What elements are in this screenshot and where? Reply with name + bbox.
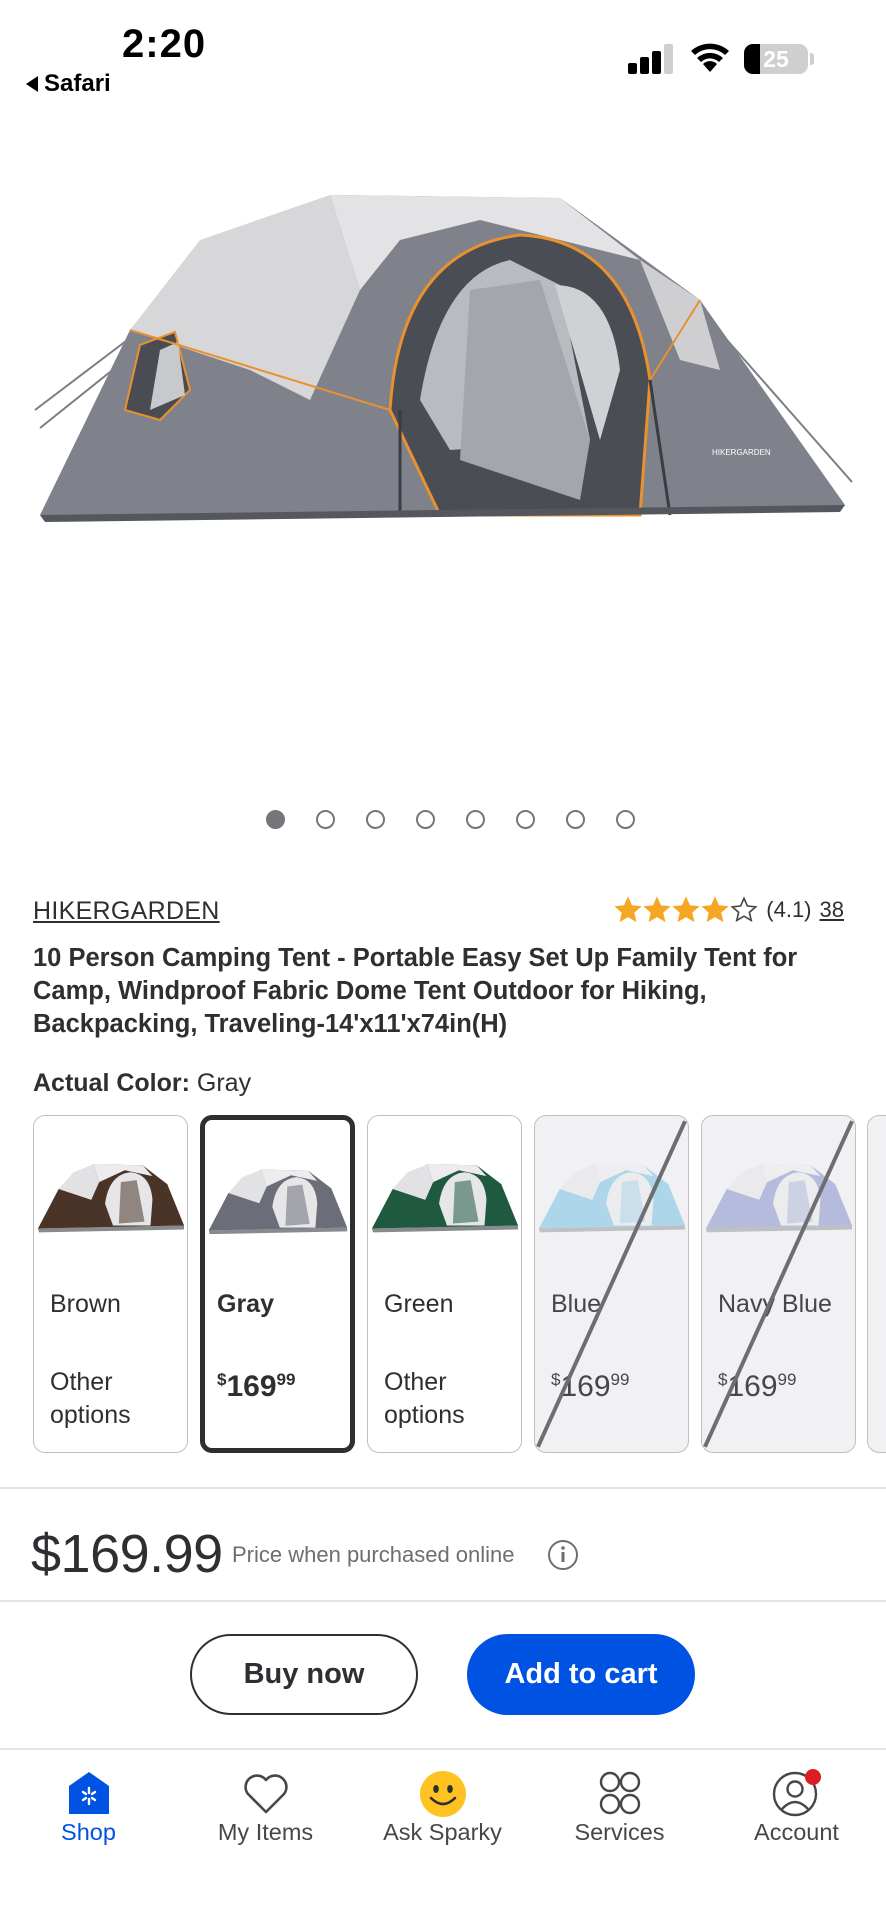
- buy-now-button[interactable]: Buy now: [190, 1634, 418, 1715]
- product-image[interactable]: HIKERGARDEN: [0, 110, 886, 790]
- swatch-thumbnail: [371, 1164, 519, 1233]
- star-rating: [614, 896, 758, 924]
- nav-services[interactable]: Services: [531, 1750, 708, 1900]
- color-swatch-brown[interactable]: Brown Other options: [33, 1115, 188, 1453]
- bottom-navigation: Shop My Items Ask Sparky Services Accoun…: [0, 1750, 886, 1920]
- color-swatch-list: Brown Other options Gray $16999 Green Other opt…: [33, 1115, 886, 1453]
- nav-ask-sparky[interactable]: Ask Sparky: [354, 1750, 531, 1900]
- swatch-detail: Other options: [50, 1368, 131, 1429]
- battery-cap: [810, 53, 814, 65]
- image-carousel-dots[interactable]: [0, 810, 886, 829]
- product-price: $169.99: [31, 1524, 223, 1584]
- color-label: Actual Color: Gray: [33, 1069, 251, 1098]
- rating-value: (4.1): [766, 897, 812, 922]
- star-filled-icon: [643, 896, 671, 923]
- color-swatch-blue[interactable]: Blue $16999: [534, 1115, 689, 1453]
- brand-link[interactable]: HIKERGARDEN: [33, 897, 220, 926]
- color-swatch-gray[interactable]: Gray $16999: [200, 1115, 355, 1453]
- carousel-dot[interactable]: [366, 810, 385, 829]
- info-icon[interactable]: [547, 1539, 579, 1571]
- status-bar: 2:20 Safari 25: [0, 0, 886, 110]
- back-arrow-icon: [26, 76, 38, 92]
- color-label-key: Actual Color:: [33, 1069, 190, 1097]
- nav-label: My Items: [217, 1819, 314, 1845]
- swatch-detail: Other options: [384, 1368, 465, 1429]
- carousel-dot[interactable]: [466, 810, 485, 829]
- review-count-link[interactable]: 38: [820, 897, 844, 923]
- shop-icon: [68, 1772, 109, 1814]
- swatch-color-name: Gray: [217, 1290, 274, 1318]
- nav-label: Ask Sparky: [383, 1819, 502, 1845]
- swatch-thumbnail: [37, 1164, 185, 1233]
- carousel-dot[interactable]: [566, 810, 585, 829]
- carousel-dot[interactable]: [266, 810, 285, 829]
- services-icon: [599, 1771, 640, 1815]
- star-filled-icon: [672, 896, 700, 923]
- notification-dot: [804, 1769, 821, 1785]
- swatch-color-name: Green: [384, 1290, 454, 1318]
- back-app-label: Safari: [44, 70, 111, 97]
- sparky-icon: [419, 1771, 466, 1817]
- account-icon: [772, 1769, 821, 1817]
- color-swatch-navy-blue[interactable]: Navy Blue $16999: [701, 1115, 856, 1453]
- product-title: 10 Person Camping Tent - Portable Easy S…: [33, 944, 798, 1038]
- wifi-icon: [691, 43, 729, 72]
- status-time: 2:20: [122, 22, 207, 66]
- carousel-dot[interactable]: [516, 810, 535, 829]
- star-filled-icon: [614, 896, 642, 923]
- heart-icon: [243, 1774, 288, 1814]
- carousel-dot[interactable]: [616, 810, 635, 829]
- price-note: Price when purchased online: [232, 1542, 515, 1567]
- nav-account[interactable]: Account: [708, 1750, 885, 1900]
- swatch-price: $16999: [217, 1370, 296, 1403]
- unavailable-slash: [536, 1120, 687, 1448]
- carousel-dot[interactable]: [416, 810, 435, 829]
- nav-shop[interactable]: Shop: [0, 1750, 177, 1900]
- color-swatch-partial[interactable]: [867, 1115, 886, 1453]
- color-swatch-green[interactable]: Green Other options: [367, 1115, 522, 1453]
- swatch-color-name: Brown: [50, 1290, 121, 1318]
- nav-label: Services: [574, 1819, 665, 1845]
- tent-logo-text: HIKERGARDEN: [712, 448, 771, 457]
- add-to-cart-button[interactable]: Add to cart: [467, 1634, 695, 1715]
- battery-icon: 25: [744, 44, 808, 74]
- star-filled-icon: [701, 896, 729, 923]
- cellular-signal-icon: [628, 44, 674, 74]
- rating-summary[interactable]: (4.1) 38: [614, 896, 844, 924]
- carousel-dot[interactable]: [316, 810, 335, 829]
- nav-label: Account: [754, 1819, 839, 1845]
- nav-my-items[interactable]: My Items: [177, 1750, 354, 1900]
- swatch-thumbnail: [208, 1169, 348, 1235]
- star-empty-icon: [730, 896, 758, 923]
- nav-label: Shop: [61, 1819, 116, 1845]
- divider: [0, 1600, 886, 1602]
- color-label-value: Gray: [196, 1069, 252, 1097]
- divider: [0, 1487, 886, 1489]
- back-to-safari-link[interactable]: Safari: [26, 70, 111, 98]
- battery-level: 25: [763, 46, 789, 72]
- unavailable-slash: [703, 1120, 854, 1448]
